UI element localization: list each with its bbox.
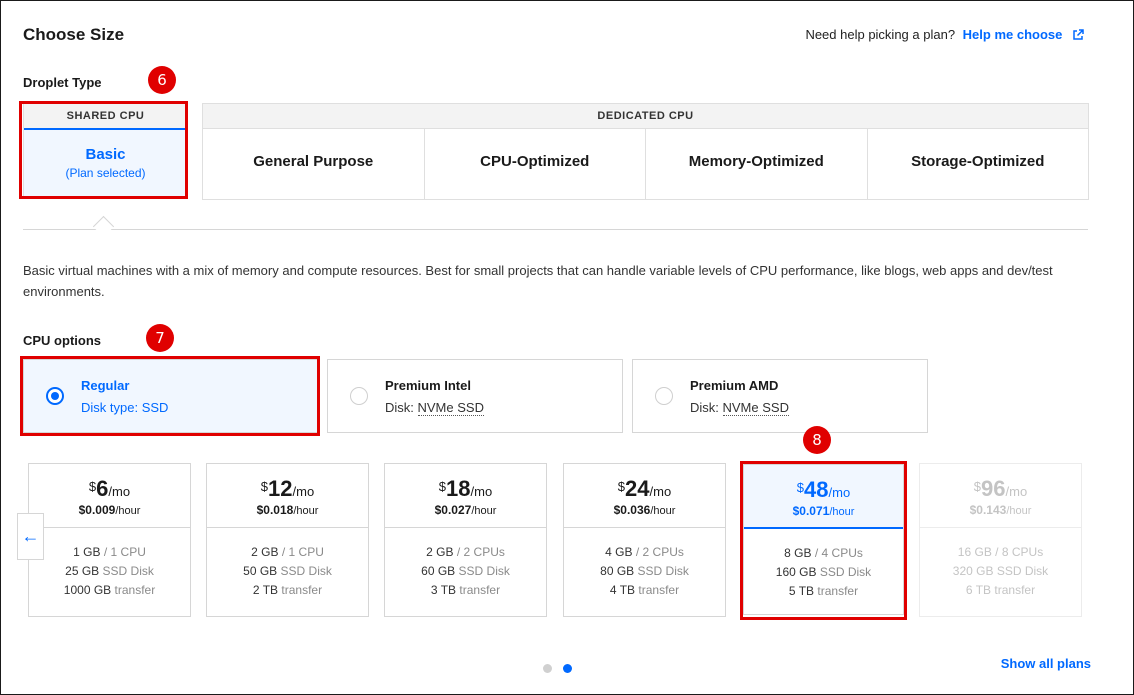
- show-all-plans-link[interactable]: Show all plans: [1001, 656, 1091, 671]
- annotation-badge-7: 7: [146, 324, 174, 352]
- carousel-pagination: [543, 660, 583, 673]
- plan-card-12[interactable]: $12/mo $0.018/hour 2 GB / 1 CPU 50 GB SS…: [206, 463, 369, 617]
- annotation-highlight-8: [740, 461, 907, 620]
- general-purpose-option[interactable]: General Purpose: [203, 129, 425, 199]
- cpu-option-premium-intel[interactable]: Premium Intel Disk: NVMe SSD: [327, 359, 623, 433]
- external-link-icon[interactable]: [1072, 29, 1084, 44]
- section-divider: [23, 229, 1088, 230]
- plan-price: 6: [96, 476, 109, 501]
- plan-hourly: $0.009/hour: [78, 503, 141, 517]
- dedicated-cpu-group: DEDICATED CPU General Purpose CPU-Optimi…: [202, 103, 1089, 200]
- plan-price: 18: [446, 476, 471, 501]
- plan-card-18[interactable]: $18/mo $0.027/hour 2 GB / 2 CPUs 60 GB S…: [384, 463, 547, 617]
- plan-specs: 1 GB / 1 CPU 25 GB SSD Disk 1000 GB tran…: [63, 545, 156, 597]
- droplet-type-label: Droplet Type: [23, 75, 102, 90]
- plan-card-24[interactable]: $24/mo $0.036/hour 4 GB / 2 CPUs 80 GB S…: [563, 463, 726, 617]
- plan-price: 96: [981, 476, 1006, 501]
- plan-specs: 2 GB / 2 CPUs 60 GB SSD Disk 3 TB transf…: [421, 545, 510, 597]
- annotation-highlight-7: [20, 356, 320, 436]
- cpu-options-label: CPU options: [23, 333, 101, 348]
- cpu-option-disk: Disk: NVMe SSD: [690, 400, 789, 416]
- plan-hourly: $0.027/hour: [434, 503, 497, 517]
- help-me-choose-link[interactable]: Help me choose: [963, 27, 1063, 42]
- annotation-highlight-6: [19, 101, 188, 199]
- help-text: Need help picking a plan?: [805, 27, 956, 42]
- annotation-badge-8: 8: [803, 426, 831, 454]
- cpu-option-disk: Disk: NVMe SSD: [385, 400, 484, 416]
- memory-optimized-option[interactable]: Memory-Optimized: [646, 129, 868, 199]
- plan-description: Basic virtual machines with a mix of mem…: [23, 263, 1053, 299]
- cpu-option-premium-amd[interactable]: Premium AMD Disk: NVMe SSD: [632, 359, 928, 433]
- dedicated-cpu-header: DEDICATED CPU: [203, 104, 1088, 129]
- radio-unselected-icon[interactable]: [655, 387, 673, 405]
- page-dot-2-active[interactable]: [563, 664, 572, 673]
- plan-specs: 16 GB / 8 CPUs 320 GB SSD Disk 6 TB tran…: [952, 545, 1049, 597]
- page-title: Choose Size: [23, 25, 125, 44]
- help-row: Need help picking a plan? Help me choose: [805, 27, 1084, 44]
- annotation-badge-6: 6: [148, 66, 176, 94]
- plan-card-96[interactable]: $96/mo $0.143/hour 16 GB / 8 CPUs 320 GB…: [919, 463, 1082, 617]
- plan-specs: 4 GB / 2 CPUs 80 GB SSD Disk 4 TB transf…: [600, 545, 689, 597]
- cpu-option-name: Premium AMD: [690, 378, 779, 393]
- plan-hourly: $0.143/hour: [969, 503, 1032, 517]
- cpu-option-name: Premium Intel: [385, 378, 471, 393]
- plan-hourly: $0.018/hour: [256, 503, 319, 517]
- radio-unselected-icon[interactable]: [350, 387, 368, 405]
- plan-card-6[interactable]: $6/mo $0.009/hour 1 GB / 1 CPU 25 GB SSD…: [28, 463, 191, 617]
- page-dot-1[interactable]: [543, 664, 552, 673]
- plan-price: 12: [268, 476, 293, 501]
- plan-hourly: $0.036/hour: [613, 503, 676, 517]
- cpu-optimized-option[interactable]: CPU-Optimized: [425, 129, 646, 199]
- arrow-left-icon[interactable]: ←: [17, 513, 44, 560]
- plan-price: 24: [625, 476, 650, 501]
- plan-specs: 2 GB / 1 CPU 50 GB SSD Disk 2 TB transfe…: [243, 545, 332, 597]
- storage-optimized-option[interactable]: Storage-Optimized: [868, 129, 1089, 199]
